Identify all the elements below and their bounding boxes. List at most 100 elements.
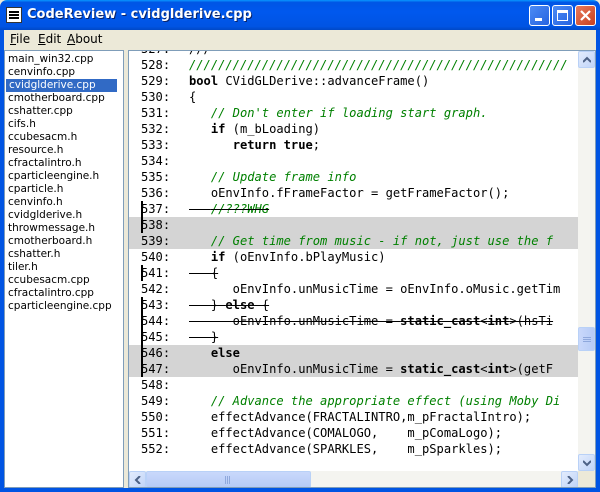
code-keyword: static_cast bbox=[400, 362, 481, 376]
file-list-item[interactable]: throwmessage.h bbox=[5, 222, 123, 235]
code-line[interactable]: 549: // Advance the appropriate effect (… bbox=[129, 393, 560, 409]
code-text: } bbox=[189, 330, 219, 344]
file-list-item[interactable]: cparticleengine.h bbox=[5, 170, 123, 183]
file-list-item[interactable]: cmotherboard.h bbox=[5, 235, 123, 248]
code-line[interactable]: 538: bbox=[129, 217, 578, 233]
code-line[interactable]: 550: effectAdvance(FRACTALINTRO,m_pFract… bbox=[129, 409, 531, 425]
horizontal-scrollbar[interactable] bbox=[129, 471, 578, 487]
code-keyword: bool bbox=[189, 74, 219, 88]
code-line[interactable]: 547: oEnvInfo.unMusicTime = static_cast<… bbox=[129, 361, 578, 377]
code-line[interactable]: 548: bbox=[129, 377, 189, 393]
scroll-right-button[interactable] bbox=[561, 471, 578, 487]
scroll-left-button[interactable] bbox=[129, 471, 146, 487]
code-area[interactable]: 527:///528://///////////////////////////… bbox=[129, 51, 578, 471]
grip-icon bbox=[583, 337, 591, 338]
code-line[interactable]: 537: //???WHG bbox=[129, 201, 269, 217]
minimize-icon bbox=[535, 18, 542, 21]
code-line[interactable]: 544: oEnvInfo.unMusicTime = static_cast<… bbox=[129, 313, 553, 329]
code-line[interactable]: 552: effectAdvance(SPARKLES, m_pSparkles… bbox=[129, 441, 502, 457]
change-bar bbox=[141, 201, 143, 233]
code-line[interactable]: 546: else bbox=[129, 345, 578, 361]
code-line[interactable]: 536: oEnvInfo.fFrameFactor = getFrameFac… bbox=[129, 185, 509, 201]
file-list-item[interactable]: cvidglderive.h bbox=[5, 209, 123, 222]
scroll-up-button[interactable] bbox=[578, 51, 595, 68]
code-comment: // Advance the appropriate effect (using… bbox=[210, 394, 561, 408]
scroll-down-button[interactable] bbox=[578, 454, 595, 471]
file-list-item[interactable]: cmotherboard.cpp bbox=[5, 92, 123, 105]
file-list-item[interactable]: cvidglderive.cpp bbox=[6, 79, 117, 92]
code-line[interactable]: 539: // Get time from music - if not, ju… bbox=[129, 233, 578, 249]
menu-file[interactable]: File bbox=[10, 32, 30, 46]
code-view[interactable]: 527:///528://///////////////////////////… bbox=[128, 50, 596, 488]
horizontal-scroll-thumb[interactable] bbox=[146, 471, 311, 487]
line-number: 531: bbox=[141, 106, 171, 120]
file-list-item[interactable]: ccubesacm.h bbox=[5, 131, 123, 144]
close-button[interactable] bbox=[575, 5, 596, 26]
line-number: 530: bbox=[141, 90, 171, 104]
code-text: effectAdvance(SPARKLES, m_pSparkles); bbox=[189, 442, 503, 456]
line-number: 544: bbox=[141, 314, 171, 328]
file-list-item[interactable]: cifs.h bbox=[5, 118, 123, 131]
arrow-right-icon bbox=[567, 476, 574, 484]
menu-about[interactable]: About bbox=[67, 32, 103, 46]
file-list-item[interactable]: cshatter.cpp bbox=[5, 105, 123, 118]
line-number: 535: bbox=[141, 170, 171, 184]
window-title: CodeReview - cvidglderive.cpp bbox=[27, 7, 252, 22]
minimize-button[interactable] bbox=[529, 5, 550, 26]
code-text: < bbox=[480, 314, 488, 328]
title-bar[interactable]: CodeReview - cvidglderive.cpp bbox=[0, 0, 600, 30]
menu-edit[interactable]: Edit bbox=[38, 32, 61, 46]
code-text: >(getF bbox=[509, 362, 554, 376]
change-bar bbox=[141, 297, 143, 377]
arrow-down-icon bbox=[583, 460, 591, 467]
code-text: ; bbox=[312, 138, 321, 152]
code-line[interactable]: 531: // Don't enter if loading start gra… bbox=[129, 105, 488, 121]
file-list-item[interactable]: cenvinfo.h bbox=[5, 196, 123, 209]
line-number: 538: bbox=[141, 218, 171, 232]
grip-icon bbox=[225, 476, 226, 484]
code-text: effectAdvance(FRACTALINTRO,m_pFractalInt… bbox=[189, 410, 532, 424]
file-list-item[interactable]: cenvinfo.cpp bbox=[5, 66, 123, 79]
maximize-button[interactable] bbox=[552, 5, 573, 26]
code-line[interactable]: 543: } else { bbox=[129, 297, 269, 313]
code-keyword: int bbox=[487, 314, 510, 328]
file-list-item[interactable]: resource.h bbox=[5, 144, 123, 157]
code-text: (m_bLoading) bbox=[225, 122, 321, 136]
maximize-icon bbox=[557, 10, 568, 21]
file-list-item[interactable]: cparticleengine.cpp bbox=[5, 300, 123, 313]
code-line[interactable]: 540: if (oEnvInfo.bPlayMusic) bbox=[129, 249, 386, 265]
file-list[interactable]: main_win32.cpp cenvinfo.cpp cvidglderive.c… bbox=[4, 50, 124, 488]
code-line[interactable]: 530: { bbox=[129, 89, 196, 105]
vertical-scroll-thumb[interactable] bbox=[578, 327, 595, 351]
code-line[interactable]: 528: ////////////////////////////////////… bbox=[129, 57, 568, 73]
file-list-item[interactable]: ccubesacm.cpp bbox=[5, 274, 123, 287]
code-line[interactable]: 529: bool CVidGLDerive::advanceFrame() bbox=[129, 73, 429, 89]
vertical-scrollbar[interactable] bbox=[578, 51, 595, 471]
file-list-item[interactable]: cfractalintro.h bbox=[5, 157, 123, 170]
line-number: 547: bbox=[141, 362, 171, 376]
code-line[interactable]: 551: effectAdvance(COMALOGO, m_pComaLogo… bbox=[129, 425, 502, 441]
line-number: 545: bbox=[141, 330, 171, 344]
code-text: oEnvInfo.unMusicTime = oEnvInfo.oMusic.g… bbox=[189, 282, 561, 296]
code-keyword: true bbox=[283, 138, 313, 152]
code-keyword: if bbox=[210, 250, 226, 264]
menu-bar: File Edit About bbox=[4, 30, 596, 49]
code-line[interactable]: 534: bbox=[129, 153, 189, 169]
file-list-item[interactable]: main_win32.cpp bbox=[5, 53, 123, 66]
code-line[interactable]: 542: oEnvInfo.unMusicTime = oEnvInfo.oMu… bbox=[129, 281, 560, 297]
line-number: 528: bbox=[141, 58, 171, 72]
file-list-item[interactable]: tiler.h bbox=[5, 261, 123, 274]
close-icon bbox=[580, 10, 591, 21]
code-line[interactable]: 535: // Update frame info bbox=[129, 169, 356, 185]
line-number: 542: bbox=[141, 282, 171, 296]
file-list-item[interactable]: cfractalintro.cpp bbox=[5, 287, 123, 300]
file-list-item[interactable]: cparticle.h bbox=[5, 183, 123, 196]
code-line[interactable]: 533: return true; bbox=[129, 137, 320, 153]
file-list-item[interactable]: cshatter.h bbox=[5, 248, 123, 261]
code-line[interactable]: 532: if (m_bLoading) bbox=[129, 121, 320, 137]
